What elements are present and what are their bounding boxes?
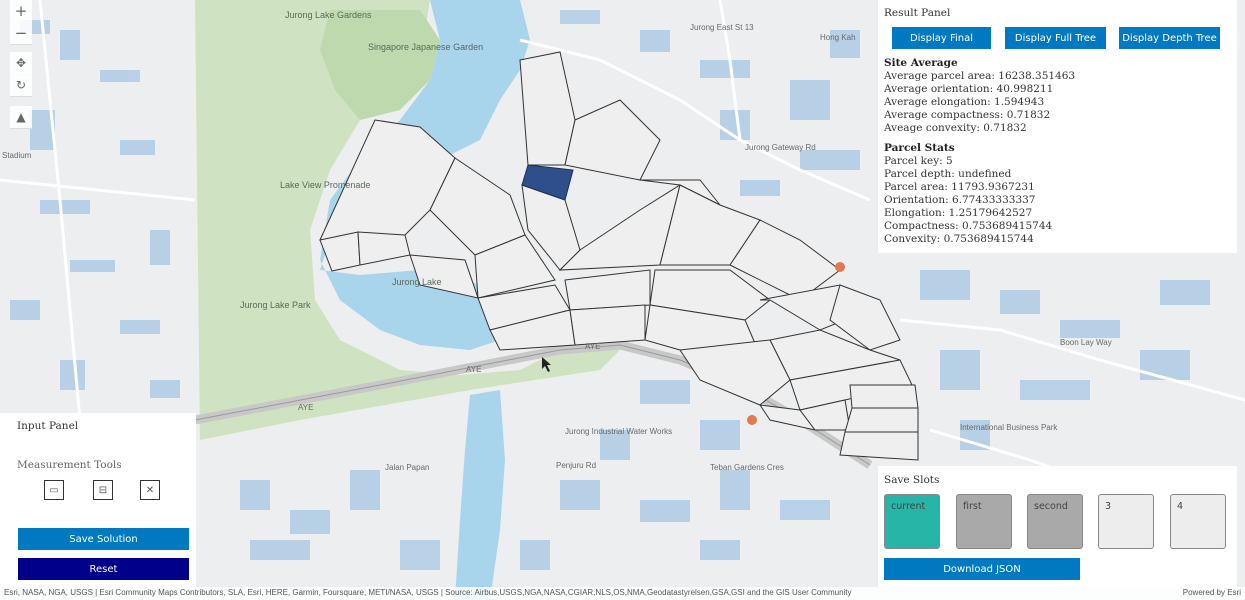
avg-elongation: Average elongation: 1.594943: [884, 96, 1045, 108]
map-label: Jurong Lake Park: [240, 300, 311, 310]
display-final-button[interactable]: Display Final: [892, 27, 991, 49]
measure-distance-icon[interactable]: ▭: [44, 480, 64, 500]
save-slot-4[interactable]: 4: [1170, 494, 1226, 549]
save-slot-second[interactable]: second: [1027, 494, 1083, 549]
save-slots-panel: Save Slots current first second 3 4 Down…: [878, 466, 1237, 587]
map-attribution: Esri, NASA, NGA, USGS | Esri Community M…: [0, 587, 1245, 600]
save-slots-title: Save Slots: [884, 474, 940, 486]
map-label: AYE: [585, 342, 600, 351]
parcel-depth: Parcel depth: undefined: [884, 168, 1012, 180]
parcel-elongation: Elongation: 1.25179642527: [884, 207, 1033, 219]
trash-icon[interactable]: ✕: [140, 480, 160, 500]
input-panel-title: Input Panel: [17, 420, 79, 432]
reset-button[interactable]: Reset: [18, 558, 189, 580]
parcel-compactness: Compactness: 0.753689415744: [884, 220, 1053, 232]
map-label: Jurong Lake: [392, 277, 442, 287]
result-panel: Result Panel Display Final Display Full …: [878, 0, 1237, 253]
map-label: AYE: [466, 365, 481, 374]
map-label: Lake View Promenade: [280, 180, 370, 190]
rotate-icon[interactable]: ↻: [10, 74, 32, 97]
display-full-tree-button[interactable]: Display Full Tree: [1005, 27, 1106, 49]
map-point-marker: [835, 262, 845, 272]
map-label: Jurong Gateway Rd: [745, 143, 816, 152]
measure-save-icon[interactable]: ⊟: [93, 480, 113, 500]
avg-orientation: Average orientation: 40.998211: [884, 83, 1054, 95]
parcel-orientation: Orientation: 6.77433333337: [884, 194, 1036, 206]
parcel-area: Parcel area: 11793.9367231: [884, 181, 1035, 193]
display-depth-tree-button[interactable]: Display Depth Tree: [1119, 27, 1220, 49]
site-average-section: Site Average Average parcel area: 16238.…: [884, 57, 1075, 135]
map-label: Jurong East St 13: [690, 23, 754, 32]
map-label: Jurong Lake Gardens: [285, 10, 372, 20]
save-solution-button[interactable]: Save Solution: [18, 528, 189, 550]
save-slot-3[interactable]: 3: [1098, 494, 1154, 549]
parcel-stats-section: Parcel Stats Parcel key: 5 Parcel depth:…: [884, 142, 1052, 246]
attribution-sources: Esri, NASA, NGA, USGS | Esri Community M…: [4, 588, 852, 597]
map-label: Boon Lay Way: [1060, 338, 1112, 347]
measurement-tools-label: Measurement Tools: [17, 459, 122, 471]
map-point-marker: [747, 415, 757, 425]
parcel-stats-heading: Parcel Stats: [884, 142, 955, 154]
input-panel: Input Panel Measurement Tools ▭ ⊟ ✕ Save…: [0, 413, 196, 587]
site-average-heading: Site Average: [884, 57, 958, 69]
map-label: Teban Gardens Cres: [710, 463, 784, 472]
map-label: Jurong Industrial Water Works: [565, 427, 672, 436]
map-label: International Business Park: [960, 423, 1058, 432]
powered-by-esri[interactable]: Powered by Esri: [1183, 587, 1241, 599]
zoom-out-button[interactable]: −: [10, 22, 32, 45]
avg-compactness: Average compactness: 0.71832: [884, 109, 1051, 121]
map-label: Hong Kah: [820, 33, 856, 42]
parcel-convexity: Convexity: 0.753689415744: [884, 233, 1034, 245]
pan-icon[interactable]: ✥: [10, 52, 32, 75]
map-label: AYE: [298, 403, 313, 412]
map-label: Penjuru Rd: [556, 461, 596, 470]
map-label: Stadium: [2, 151, 32, 160]
avg-parcel-area: Average parcel area: 16238.351463: [884, 70, 1076, 82]
map-label: Jalan Papan: [385, 463, 429, 472]
save-slot-first[interactable]: first: [956, 494, 1012, 549]
map-label: Singapore Japanese Garden: [368, 42, 483, 52]
download-json-button[interactable]: Download JSON: [884, 558, 1080, 580]
save-slot-current[interactable]: current: [884, 494, 940, 549]
avg-convexity: Aveage convexity: 0.71832: [884, 122, 1027, 134]
compass-icon[interactable]: ▲: [10, 106, 32, 129]
parcel-key: Parcel key: 5: [884, 155, 953, 167]
result-panel-title: Result Panel: [884, 7, 951, 19]
zoom-in-button[interactable]: +: [10, 0, 32, 23]
